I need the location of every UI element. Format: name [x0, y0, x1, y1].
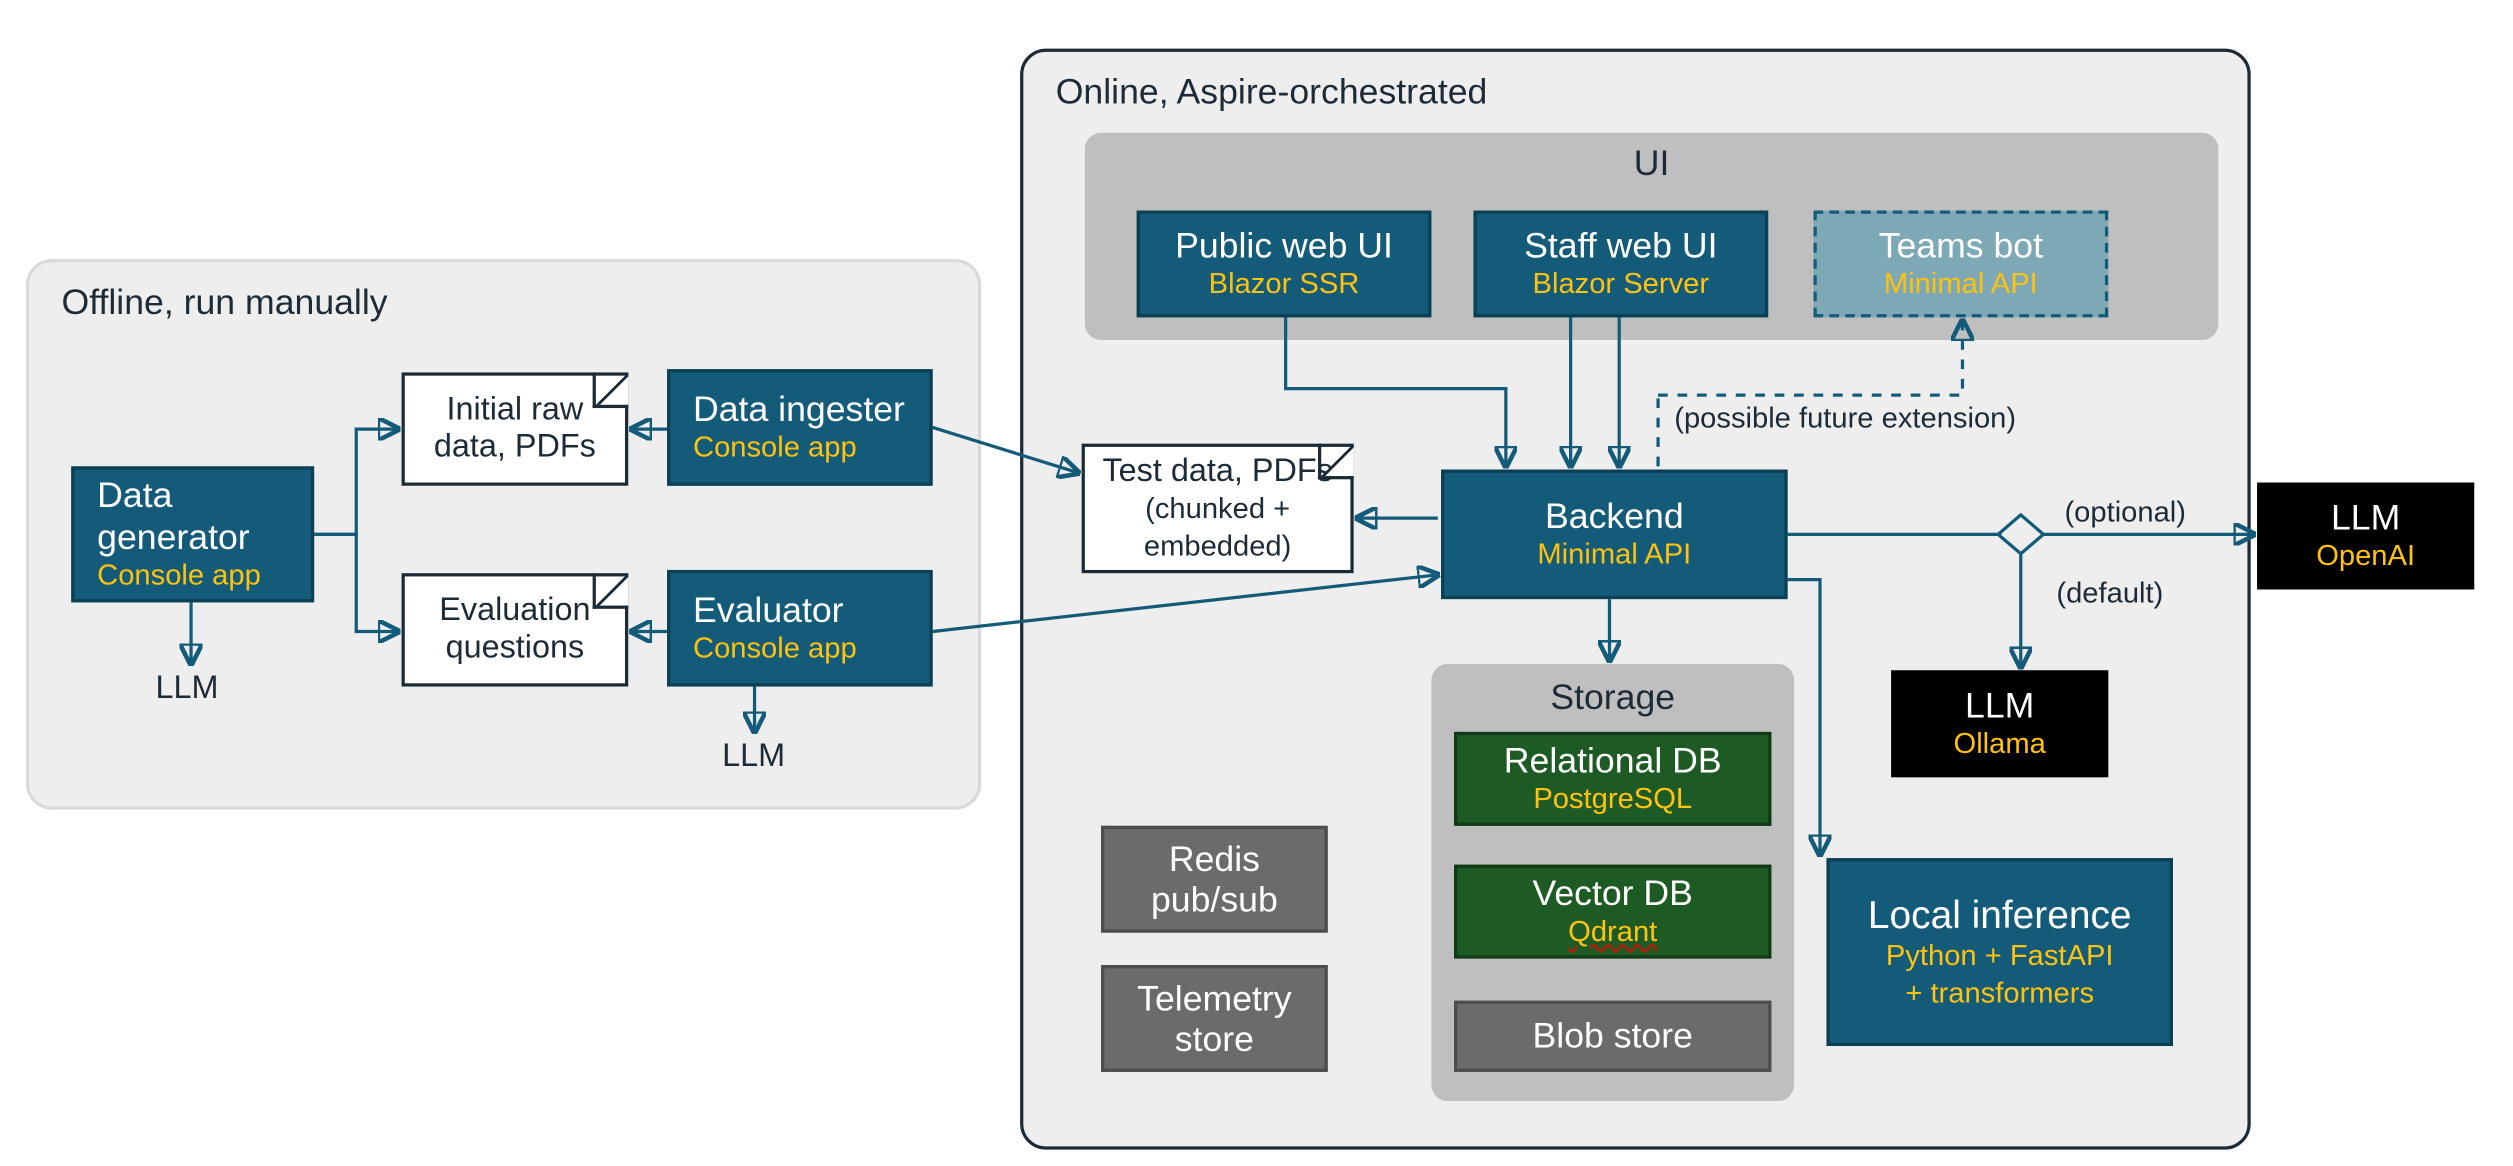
label: Initial raw [446, 392, 583, 429]
sublabel: Minimal API [1537, 537, 1691, 573]
sublabel: Blazor SSR [1209, 266, 1360, 302]
node-redis: Redis pub/sub [1101, 826, 1328, 933]
label: Public web UI [1175, 225, 1393, 266]
doc-initial-raw: Initial raw data, PDFs [402, 372, 629, 485]
node-relational-db: Relational DB PostgreSQL [1454, 732, 1771, 826]
label: questions [446, 630, 585, 667]
node-blob-store: Blob store [1454, 1001, 1771, 1072]
sublabel: + transformers [1905, 974, 2094, 1010]
label: LLM [2331, 497, 2400, 538]
annot-default: (default) [2056, 576, 2163, 610]
label: Data ingester [693, 389, 920, 430]
label: Test data, PDFs [1102, 453, 1332, 490]
label: embedded) [1144, 527, 1291, 563]
doc-fold-icon [593, 372, 629, 408]
label: Redis [1169, 838, 1260, 879]
sublabel: Console app [97, 557, 301, 593]
node-llm-openai: LLM OpenAI [2257, 483, 2474, 590]
doc-fold-icon [1318, 444, 1354, 480]
label: store [1175, 1018, 1254, 1059]
label: LLM [1965, 685, 2034, 726]
diagram-canvas: Offline, run manually Online, Aspire-orc… [0, 0, 2513, 1166]
doc-eval-questions: Evaluation questions [402, 573, 629, 686]
node-backend: Backend Minimal API [1441, 470, 1788, 600]
offline-panel-title: Offline, run manually [62, 282, 388, 324]
label: Data generator [97, 475, 301, 557]
sublabel: Blazor Server [1533, 266, 1710, 302]
sublabel: Console app [693, 631, 920, 667]
label: (chunked + [1145, 491, 1290, 527]
label: Evaluation [439, 593, 590, 630]
sublabel: Minimal API [1884, 266, 2038, 302]
label: Evaluator [693, 590, 920, 631]
label: Backend [1545, 496, 1684, 537]
annot-optional: (optional) [2064, 495, 2186, 529]
online-panel-title: Online, Aspire-orchestrated [1056, 71, 1488, 113]
node-llm-ollama: LLM Ollama [1891, 670, 2108, 777]
label: Relational DB [1504, 740, 1722, 781]
doc-fold-icon [593, 573, 629, 609]
sublabel: Ollama [1954, 726, 2046, 762]
node-public-web-ui: Public web UI Blazor SSR [1137, 210, 1432, 317]
node-data-ingester: Data ingester Console app [667, 369, 933, 486]
node-local-inference: Local inference Python + FastAPI + trans… [1826, 858, 2173, 1046]
sublabel: OpenAI [2316, 538, 2415, 574]
node-teams-bot: Teams bot Minimal API [1814, 210, 2109, 317]
sublabel: Python + FastAPI [1886, 938, 2114, 974]
sublabel: Qdrant [1568, 914, 1657, 950]
node-evaluator: Evaluator Console app [667, 570, 933, 687]
llm-label-mid: LLM [722, 738, 785, 775]
label: Local inference [1868, 893, 2132, 938]
label: Teams bot [1879, 225, 2043, 266]
node-vector-db: Vector DB Qdrant [1454, 865, 1771, 959]
label: pub/sub [1151, 879, 1278, 920]
doc-test-data: Test data, PDFs (chunked + embedded) [1082, 444, 1354, 574]
annot-future-extension: (possible future extension) [1674, 402, 2016, 436]
node-telemetry: Telemetry store [1101, 965, 1328, 1072]
ui-group-title: UI [1085, 142, 2218, 184]
storage-group-title: Storage [1431, 677, 1794, 719]
node-data-generator: Data generator Console app [71, 466, 314, 602]
sublabel: Console app [693, 430, 920, 466]
node-staff-web-ui: Staff web UI Blazor Server [1473, 210, 1768, 317]
label: Telemetry [1137, 978, 1291, 1019]
label: Staff web UI [1524, 225, 1717, 266]
label: Blob store [1533, 1016, 1693, 1057]
sublabel: PostgreSQL [1533, 781, 1692, 817]
label: data, PDFs [434, 429, 596, 466]
label: Vector DB [1533, 873, 1693, 914]
llm-label-left: LLM [155, 670, 218, 707]
